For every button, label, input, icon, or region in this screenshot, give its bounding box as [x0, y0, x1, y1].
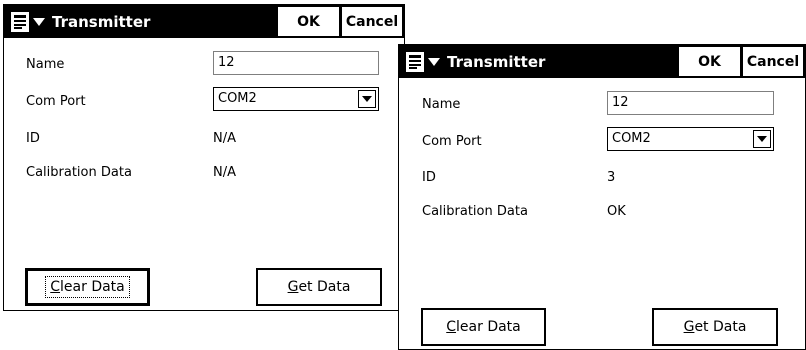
chevron-down-icon	[757, 136, 767, 142]
start-menu-button[interactable]	[6, 7, 50, 36]
transmitter-dialog-2: Transmitter OK Cancel Name 12 Com Port C…	[398, 44, 806, 350]
cancel-button[interactable]: Cancel	[743, 47, 803, 76]
transmitter-dialog-1: Transmitter OK Cancel Name 12 Com Port C…	[3, 4, 405, 311]
chevron-down-icon	[428, 57, 440, 66]
com-port-value: COM2	[218, 91, 257, 106]
calibration-data-label: Calibration Data	[422, 204, 528, 219]
id-value: 3	[607, 170, 616, 185]
name-label: Name	[26, 57, 65, 72]
calibration-data-value: OK	[607, 204, 626, 219]
cancel-button[interactable]: Cancel	[342, 7, 402, 36]
name-label: Name	[422, 97, 461, 112]
windows-flag-icon	[406, 51, 424, 72]
com-port-label: Com Port	[26, 94, 86, 109]
name-field[interactable]: 12	[213, 51, 379, 75]
calibration-data-value: N/A	[213, 165, 236, 180]
com-port-select[interactable]: COM2	[607, 127, 774, 151]
chevron-down-icon	[362, 96, 372, 102]
com-port-label: Com Port	[422, 134, 482, 149]
ok-button[interactable]: OK	[679, 47, 740, 76]
id-label: ID	[422, 170, 436, 185]
dropdown-button[interactable]	[753, 130, 771, 148]
windows-flag-icon	[11, 11, 29, 32]
clear-data-button[interactable]: Clear Data	[25, 268, 150, 306]
clear-data-label: Clear Data	[45, 276, 130, 298]
name-field[interactable]: 12	[607, 91, 774, 115]
get-data-button[interactable]: Get Data	[652, 308, 778, 346]
id-label: ID	[26, 131, 40, 146]
start-menu-button[interactable]	[401, 47, 445, 76]
com-port-select[interactable]: COM2	[213, 87, 379, 111]
dialog-title: Transmitter	[447, 52, 546, 71]
get-data-button[interactable]: Get Data	[256, 268, 382, 306]
id-value: N/A	[213, 131, 236, 146]
title-bar: Transmitter OK Cancel	[4, 5, 404, 38]
chevron-down-icon	[33, 17, 45, 26]
dialog-title: Transmitter	[52, 12, 151, 31]
clear-data-button[interactable]: Clear Data	[421, 308, 546, 346]
dropdown-button[interactable]	[358, 90, 376, 108]
ok-button[interactable]: OK	[278, 7, 339, 36]
title-bar: Transmitter OK Cancel	[399, 45, 805, 78]
calibration-data-label: Calibration Data	[26, 165, 132, 180]
com-port-value: COM2	[612, 131, 651, 146]
